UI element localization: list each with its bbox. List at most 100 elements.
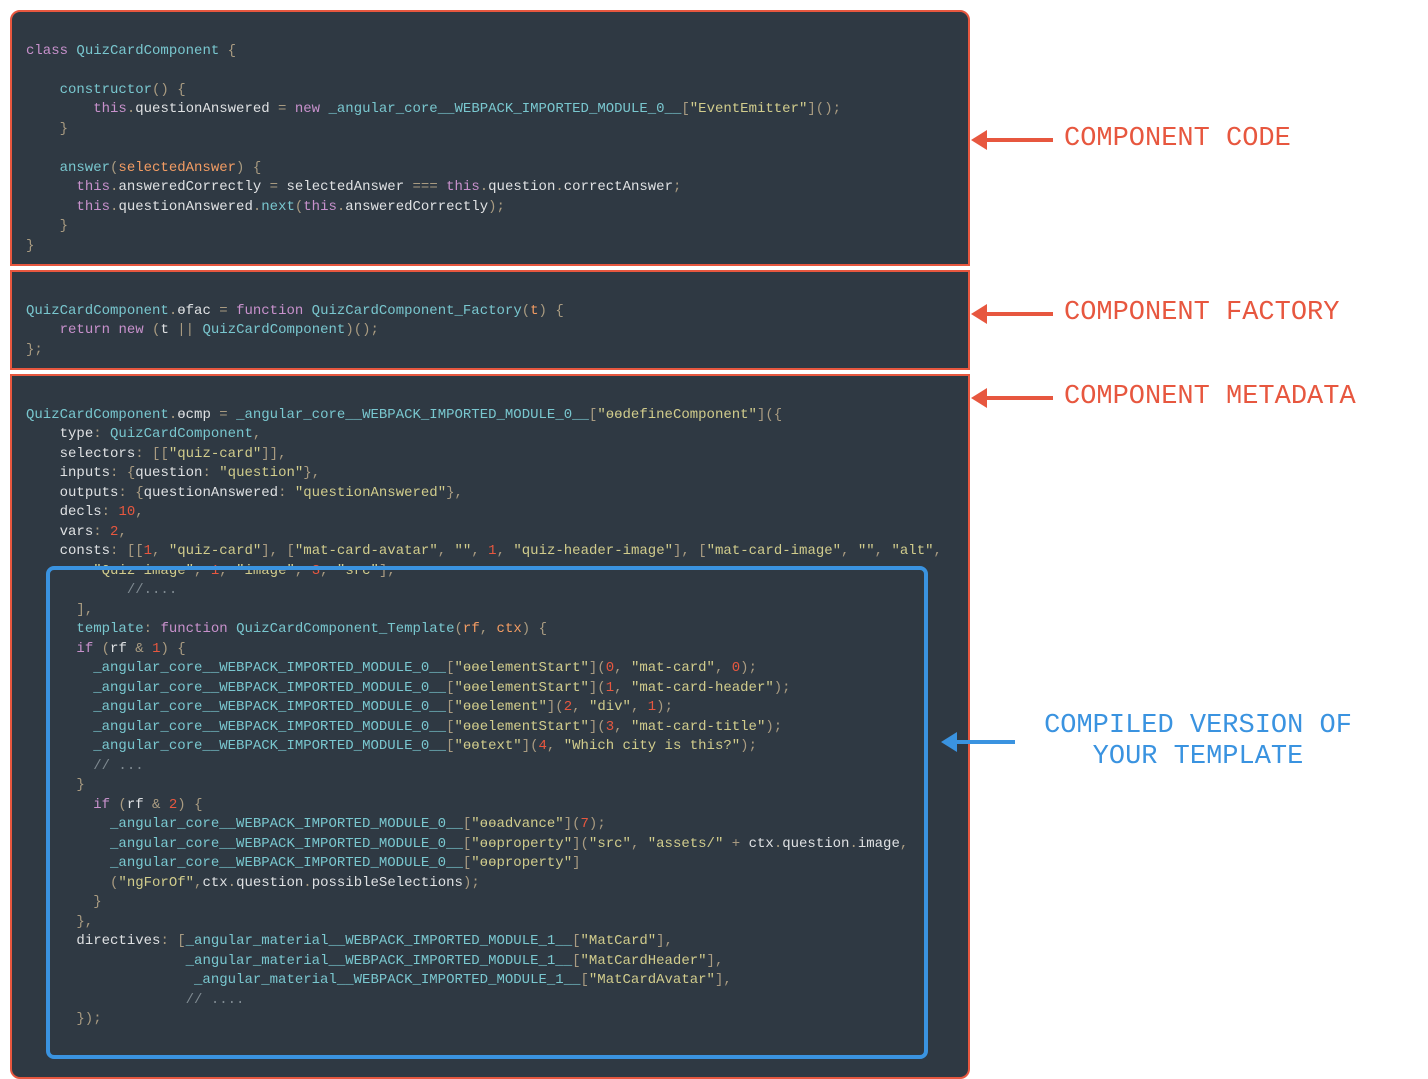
token: ); bbox=[589, 816, 606, 832]
token: decls bbox=[60, 504, 102, 520]
token: , bbox=[841, 543, 858, 559]
token: "mat-card-title" bbox=[631, 719, 765, 735]
token: "quiz-card" bbox=[169, 543, 261, 559]
token: = bbox=[261, 179, 286, 195]
token: QuizCardComponent_Factory bbox=[303, 303, 521, 319]
token: _angular_core__WEBPACK_IMPORTED_MODULE_0… bbox=[236, 407, 589, 423]
token: . bbox=[555, 179, 563, 195]
token: , bbox=[572, 699, 589, 715]
token: , bbox=[152, 543, 169, 559]
token: ) { bbox=[522, 621, 547, 637]
token: type bbox=[60, 426, 94, 442]
token: questionAnswered bbox=[144, 485, 278, 501]
token: , bbox=[253, 426, 261, 442]
token: , bbox=[614, 680, 631, 696]
label-component-metadata: COMPONENT METADATA bbox=[1064, 382, 1356, 413]
token: } bbox=[26, 238, 34, 254]
token: ( bbox=[93, 641, 110, 657]
token bbox=[26, 738, 93, 754]
token: next bbox=[261, 199, 295, 215]
token: "ɵɵadvance" bbox=[471, 816, 563, 832]
token: question bbox=[488, 179, 555, 195]
token: ]( bbox=[589, 680, 606, 696]
token: . bbox=[774, 836, 782, 852]
token: // .... bbox=[186, 992, 245, 1008]
token: "Which city is this?" bbox=[564, 738, 740, 754]
token: //.... bbox=[127, 582, 177, 598]
token: } bbox=[26, 121, 68, 137]
token: ctx bbox=[497, 621, 522, 637]
token: this bbox=[303, 199, 337, 215]
token: ]( bbox=[589, 660, 606, 676]
arrow-icon bbox=[955, 740, 1015, 744]
token bbox=[26, 179, 76, 195]
token: "ɵɵelementStart" bbox=[454, 660, 588, 676]
token: new bbox=[118, 322, 143, 338]
token: : bbox=[278, 485, 295, 501]
token: QuizCardComponent bbox=[26, 303, 169, 319]
token: ( bbox=[144, 322, 161, 338]
token bbox=[26, 621, 76, 637]
token: question bbox=[135, 465, 202, 481]
token: "mat-card-image" bbox=[707, 543, 841, 559]
token: _angular_core__WEBPACK_IMPORTED_MODULE_0… bbox=[110, 855, 463, 871]
token: _angular_core__WEBPACK_IMPORTED_MODULE_0… bbox=[93, 719, 446, 735]
token: questionAnswered bbox=[135, 101, 269, 117]
token: 1 bbox=[488, 543, 496, 559]
compiled-template-line1: COMPILED VERSION OF bbox=[1044, 711, 1352, 741]
token: selectedAnswer bbox=[286, 179, 404, 195]
token: ); bbox=[774, 680, 791, 696]
token: class bbox=[26, 43, 68, 59]
token: }; bbox=[26, 342, 43, 358]
token: "ɵɵdefineComponent" bbox=[597, 407, 757, 423]
token bbox=[26, 758, 93, 774]
token: 3 bbox=[312, 563, 320, 579]
token: , bbox=[194, 563, 211, 579]
token: , bbox=[631, 836, 648, 852]
token: consts bbox=[60, 543, 110, 559]
token: ], bbox=[656, 933, 673, 949]
token: , bbox=[900, 836, 908, 852]
token: 1 bbox=[648, 699, 656, 715]
token: ]( bbox=[589, 719, 606, 735]
token: ; bbox=[673, 179, 681, 195]
token bbox=[26, 816, 110, 832]
token: _angular_core__WEBPACK_IMPORTED_MODULE_0… bbox=[110, 836, 463, 852]
token: }); bbox=[26, 1011, 102, 1027]
token: . bbox=[127, 101, 135, 117]
token: ) { bbox=[177, 797, 202, 813]
token: ); bbox=[656, 699, 673, 715]
label-component-factory: COMPONENT FACTORY bbox=[1064, 298, 1339, 329]
token bbox=[26, 855, 110, 871]
token: "ɵɵelementStart" bbox=[454, 719, 588, 735]
arrow-icon bbox=[985, 138, 1053, 142]
token: "src" bbox=[589, 836, 631, 852]
token: }, bbox=[26, 914, 93, 930]
token: . bbox=[228, 875, 236, 891]
token bbox=[26, 582, 127, 598]
token: directives bbox=[76, 933, 160, 949]
token: : [ bbox=[160, 933, 185, 949]
token: & bbox=[144, 797, 169, 813]
token: { bbox=[244, 160, 261, 176]
label-compiled-template: COMPILED VERSION OF YOUR TEMPLATE bbox=[1028, 711, 1368, 773]
token: [ bbox=[572, 933, 580, 949]
token: ); bbox=[488, 199, 505, 215]
token: ) { bbox=[160, 641, 185, 657]
token: QuizCardComponent bbox=[110, 426, 253, 442]
token: , bbox=[438, 543, 455, 559]
token: { bbox=[169, 82, 186, 98]
token: QuizCardComponent bbox=[68, 43, 228, 59]
token: _angular_core__WEBPACK_IMPORTED_MODULE_0… bbox=[320, 101, 681, 117]
token: ɵfac bbox=[177, 303, 211, 319]
token: = bbox=[211, 303, 236, 319]
token: , bbox=[547, 738, 564, 754]
token: } bbox=[26, 777, 85, 793]
token: _angular_material__WEBPACK_IMPORTED_MODU… bbox=[194, 972, 580, 988]
token bbox=[26, 101, 93, 117]
token: t bbox=[160, 322, 168, 338]
token: ( bbox=[522, 303, 530, 319]
token: . bbox=[253, 199, 261, 215]
token: , bbox=[480, 621, 497, 637]
token: correctAnswer bbox=[564, 179, 673, 195]
